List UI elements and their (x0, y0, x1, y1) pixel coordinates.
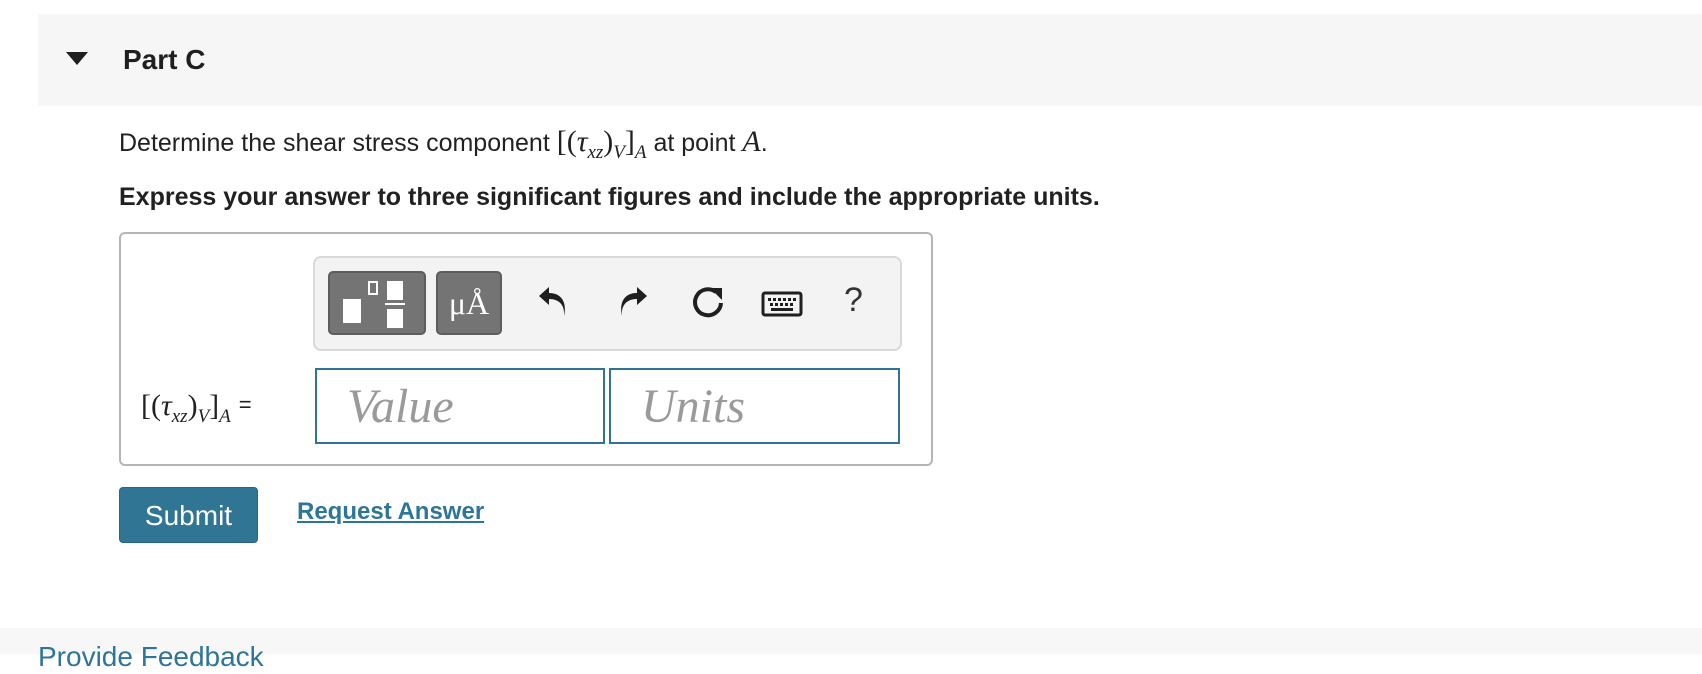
redo-icon[interactable] (612, 283, 652, 323)
request-answer-link[interactable]: Request Answer (297, 497, 484, 527)
value-input[interactable] (315, 368, 605, 444)
keyboard-icon[interactable] (761, 283, 803, 323)
units-input[interactable] (609, 368, 900, 444)
equals-sign: = (238, 392, 252, 417)
undo-icon[interactable] (534, 283, 574, 323)
units-icon: μÅ (448, 285, 490, 321)
caret-down-icon[interactable] (66, 52, 88, 65)
point-symbol: A (742, 125, 761, 158)
shear-stress-symbol: [(τxz)V]A (556, 125, 647, 163)
help-icon[interactable]: ? (844, 280, 863, 320)
question-text: Determine the shear stress component [(τ… (119, 122, 768, 163)
units-button[interactable]: μÅ (436, 271, 502, 335)
question-prefix: Determine the shear stress component (119, 129, 550, 157)
provide-feedback-link[interactable]: Provide Feedback (38, 640, 264, 674)
reset-icon[interactable] (688, 283, 728, 323)
instruction-text: Express your answer to three significant… (119, 183, 1100, 211)
question-middle: at point (653, 129, 736, 157)
submit-button[interactable]: Submit (119, 487, 258, 543)
part-header[interactable]: Part C (38, 14, 1702, 106)
templates-button[interactable] (328, 271, 426, 335)
answer-label: [(τxz)V]A = (141, 389, 252, 427)
question-suffix: . (760, 129, 768, 157)
part-title: Part C (123, 44, 206, 75)
math-toolbar: μÅ ? (313, 256, 902, 351)
